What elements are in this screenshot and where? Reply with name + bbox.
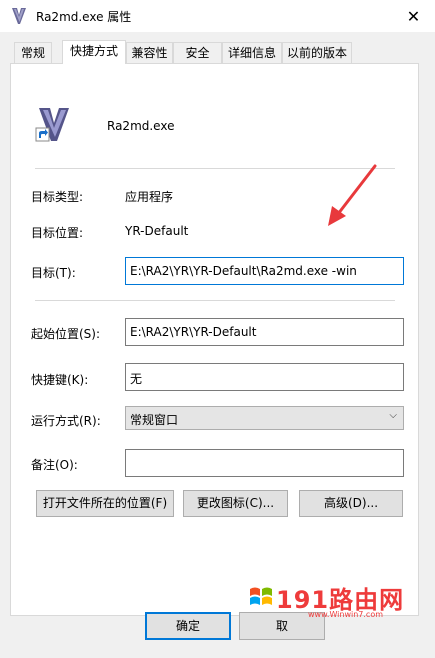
tab-label: 以前的版本 — [286, 46, 347, 60]
annotation-arrow — [328, 164, 377, 226]
run-select[interactable]: 常规窗口 ⌵ — [125, 406, 404, 430]
advanced-button[interactable]: 高级(D)... — [299, 490, 403, 517]
target-input-value: E:\RA2\YR\YR-Default\Ra2md.exe -win — [130, 264, 357, 278]
target-location-label: 目标位置: — [31, 226, 84, 240]
tab-label: 常规 — [20, 46, 45, 60]
title-bar: Ra2md.exe 属性 ✕ — [0, 0, 435, 32]
chevron-down-icon: ⌵ — [389, 410, 397, 421]
tab-compatibility[interactable]: 兼容性 — [126, 42, 173, 63]
shortcut-name: Ra2md.exe — [107, 119, 175, 133]
target-type-label: 目标类型: — [31, 190, 84, 204]
tab-general[interactable]: 常规 — [14, 42, 52, 63]
button-label: 打开文件所在的位置(F) — [42, 496, 168, 510]
ok-button[interactable]: 确定 — [145, 612, 231, 640]
target-input[interactable]: E:\RA2\YR\YR-Default\Ra2md.exe -win — [125, 257, 404, 285]
tab-label: 安全 — [185, 46, 210, 60]
ra2md-app-icon — [12, 8, 26, 24]
shortcut-arrow-icon — [35, 127, 50, 142]
open-file-location-button[interactable]: 打开文件所在的位置(F) — [36, 490, 174, 517]
target-type-value: 应用程序 — [125, 190, 174, 204]
ra2md-app-icon — [35, 108, 69, 142]
button-label: 确定 — [175, 619, 200, 633]
start-in-input[interactable]: E:\RA2\YR\YR-Default — [125, 318, 404, 346]
tab-shortcut[interactable]: 快捷方式 — [62, 40, 126, 64]
run-select-value: 常规窗口 — [130, 413, 179, 427]
comment-input[interactable] — [125, 449, 404, 477]
separator — [35, 300, 395, 301]
tab-security[interactable]: 安全 — [173, 42, 222, 63]
window-title: Ra2md.exe 属性 — [36, 10, 132, 24]
change-icon-button[interactable]: 更改图标(C)... — [183, 490, 288, 517]
tab-label: 快捷方式 — [69, 44, 118, 58]
button-label: 更改图标(C)... — [196, 496, 275, 510]
tab-label: 详细信息 — [227, 46, 276, 60]
run-label: 运行方式(R): — [31, 414, 101, 428]
start-in-input-value: E:\RA2\YR\YR-Default — [130, 325, 257, 339]
target-location-value: YR-Default — [125, 224, 189, 238]
button-label: 高级(D)... — [323, 496, 379, 510]
tab-previous-versions[interactable]: 以前的版本 — [282, 42, 352, 63]
shortcut-panel: Ra2md.exe 目标类型: 应用程序 目标位置: YR-Default 目标… — [10, 63, 419, 616]
windows-logo-icon — [250, 587, 272, 605]
hotkey-input-value: 无 — [130, 372, 143, 386]
start-in-label: 起始位置(S): — [31, 327, 101, 341]
site-watermark: 191路由网 www.Winwin7.com — [248, 582, 435, 626]
target-label: 目标(T): — [31, 266, 76, 280]
close-button[interactable]: ✕ — [392, 0, 435, 32]
hotkey-label: 快捷键(K): — [31, 373, 89, 387]
watermark-url: www.Winwin7.com — [308, 610, 384, 619]
hotkey-input[interactable]: 无 — [125, 363, 404, 391]
tab-label: 兼容性 — [131, 46, 168, 60]
comment-label: 备注(O): — [31, 458, 78, 472]
tab-details[interactable]: 详细信息 — [222, 42, 282, 63]
properties-dialog: 常规 快捷方式 兼容性 安全 详细信息 以前的版本 Ra2md.exe 目标类型… — [0, 32, 435, 658]
close-icon: ✕ — [406, 6, 421, 26]
